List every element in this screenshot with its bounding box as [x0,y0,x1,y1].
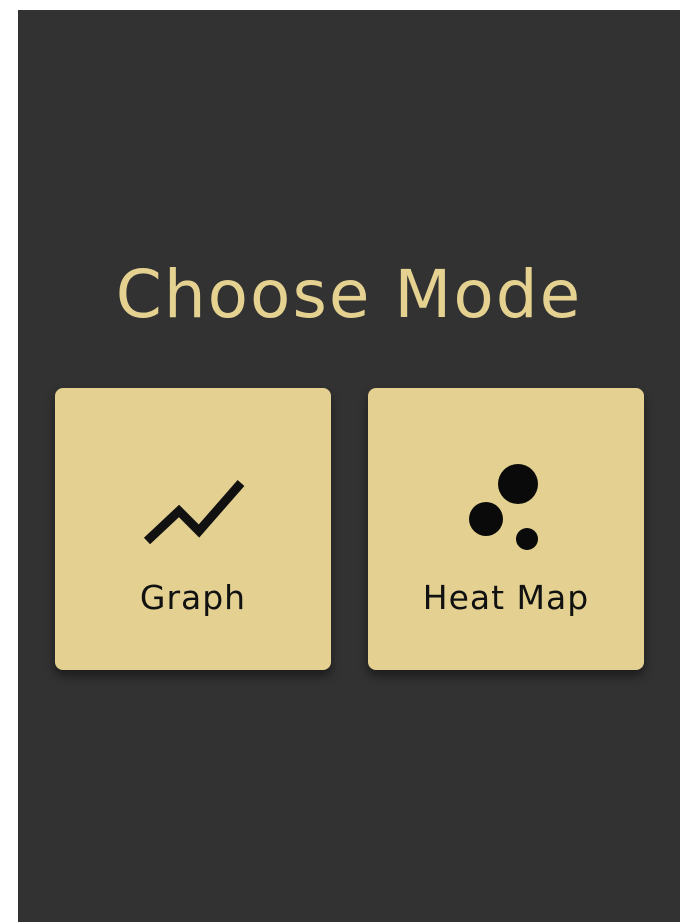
trend-line-icon [55,458,331,558]
graph-mode-button[interactable]: Graph [55,388,331,670]
bubbles-icon [368,458,644,558]
choose-mode-screen: Choose Mode Graph Heat Map [18,10,680,922]
heat-map-mode-label: Heat Map [422,578,590,617]
graph-mode-label: Graph [139,578,247,617]
heat-map-mode-button[interactable]: Heat Map [368,388,644,670]
page-title: Choose Mode [115,256,583,333]
